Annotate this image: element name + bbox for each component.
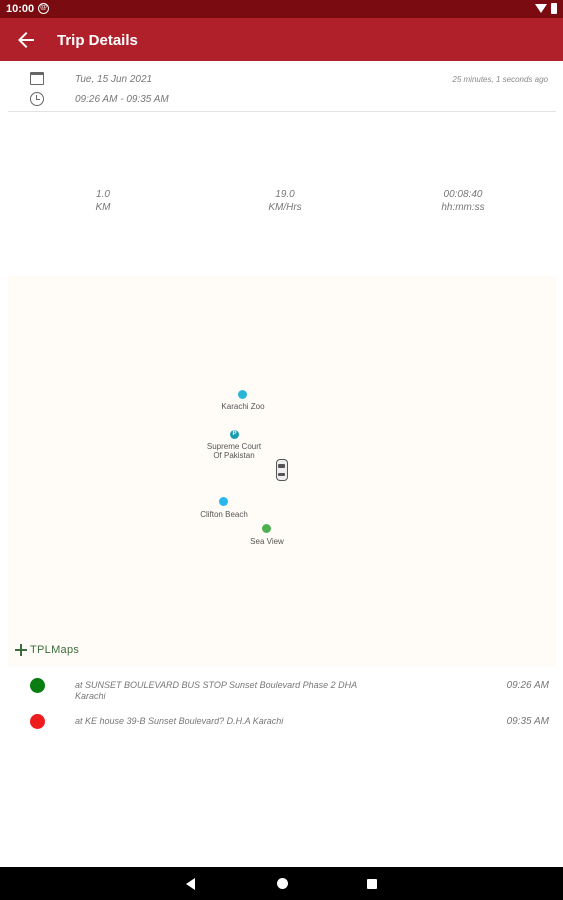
stop-start-time: 09:26 AM <box>506 680 549 691</box>
notification-icon: @ <box>38 3 49 14</box>
map-logo: TPLMaps <box>15 644 79 656</box>
arrow-back-icon <box>18 32 34 48</box>
stop-end-time: 09:35 AM <box>506 716 549 727</box>
stat-duration-unit: hh:mm:ss <box>441 202 485 213</box>
stop-end: at KE house 39-B Sunset Boulevard? D.H.A… <box>0 713 563 733</box>
trip-time-range: 09:26 AM - 09:35 AM <box>75 94 169 105</box>
trip-header: Tue, 15 Jun 2021 09:26 AM - 09:35 AM 25 … <box>8 61 556 112</box>
trip-elapsed: 25 minutes, 1 seconds ago <box>452 75 548 84</box>
battery-icon <box>551 3 557 14</box>
court-poi-icon[interactable]: P <box>230 430 239 439</box>
nav-back-icon[interactable] <box>186 878 195 890</box>
stop-start: at SUNSET BOULEVARD BUS STOP Sunset Boul… <box>0 677 563 707</box>
beach-poi-icon[interactable] <box>219 497 228 506</box>
poi-label-supreme-court: Supreme Court Of Pakistan <box>206 442 262 460</box>
sea-view-poi-icon[interactable] <box>262 524 271 533</box>
trip-stats: 1.0 KM 19.0 KM/Hrs 00:08:40 hh:mm:ss <box>0 188 563 218</box>
stat-speed-unit: KM/Hrs <box>268 202 302 213</box>
calendar-icon <box>30 72 44 85</box>
stat-duration-value: 00:08:40 <box>443 189 483 200</box>
status-bar: 10:00 @ <box>0 0 563 18</box>
stop-start-address: at SUNSET BOULEVARD BUS STOP Sunset Boul… <box>75 680 357 701</box>
stat-distance-value: 1.0 <box>96 189 110 200</box>
status-time: 10:00 <box>6 3 35 15</box>
end-point-icon <box>30 714 45 729</box>
stat-speed-value: 19.0 <box>275 189 295 200</box>
poi-label-clifton-beach: Clifton Beach <box>200 510 248 519</box>
stop-end-address: at KE house 39-B Sunset Boulevard? D.H.A… <box>75 716 284 726</box>
map-logo-icon <box>15 644 27 656</box>
back-button[interactable] <box>14 28 38 52</box>
system-nav-bar <box>0 867 563 900</box>
app-bar: Trip Details <box>0 18 563 61</box>
map-view[interactable]: Karachi Zoo P Supreme Court Of Pakistan … <box>8 276 556 666</box>
stat-speed: 19.0 KM/Hrs <box>225 188 345 214</box>
nav-home-icon[interactable] <box>277 878 288 889</box>
status-indicators <box>535 3 557 14</box>
car-icon <box>276 459 288 481</box>
page-title: Trip Details <box>57 32 138 49</box>
start-point-icon <box>30 678 45 693</box>
trip-date: Tue, 15 Jun 2021 <box>75 74 153 85</box>
stat-distance-unit: KM <box>95 202 111 213</box>
nav-recents-icon[interactable] <box>367 879 377 889</box>
wifi-icon <box>535 4 547 13</box>
poi-label-sea-view: Sea View <box>250 537 284 546</box>
clock-icon <box>30 92 44 106</box>
stat-duration: 00:08:40 hh:mm:ss <box>403 188 523 214</box>
poi-label-zoo: Karachi Zoo <box>221 402 265 411</box>
stat-distance: 1.0 KM <box>43 188 163 214</box>
zoo-poi-icon[interactable] <box>238 390 247 399</box>
map-logo-text: TPLMaps <box>30 644 80 656</box>
